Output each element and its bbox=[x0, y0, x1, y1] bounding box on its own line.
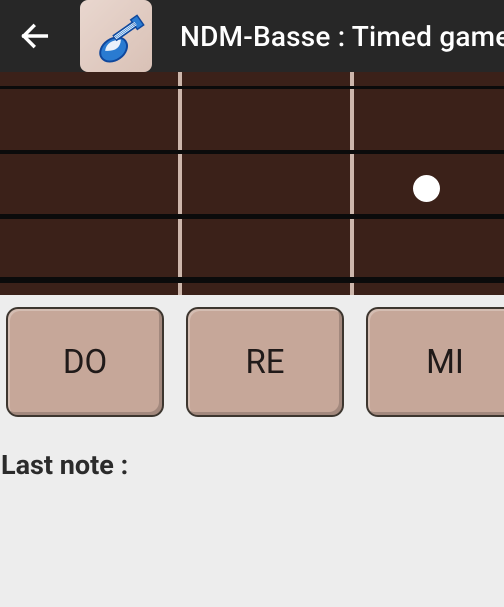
fret-divider bbox=[178, 72, 182, 295]
note-button-re[interactable]: RE bbox=[186, 307, 344, 417]
fret-cell[interactable] bbox=[182, 72, 350, 295]
back-arrow-icon bbox=[18, 19, 52, 53]
fret-divider bbox=[350, 72, 354, 295]
fret-cell[interactable] bbox=[0, 72, 178, 295]
string-2 bbox=[0, 150, 504, 154]
note-marker bbox=[413, 175, 440, 202]
string-4 bbox=[0, 277, 504, 283]
note-button-do[interactable]: DO bbox=[6, 307, 164, 417]
note-button-mi[interactable]: MI bbox=[366, 307, 504, 417]
page-title: NDM-Basse : Timed game bbox=[180, 20, 504, 53]
fretboard[interactable] bbox=[0, 72, 504, 295]
string-3 bbox=[0, 214, 504, 219]
note-buttons-row: DO RE MI bbox=[0, 295, 504, 417]
last-note-label-text: Last note : bbox=[1, 449, 128, 481]
bass-guitar-icon bbox=[85, 5, 147, 67]
string-1 bbox=[0, 86, 504, 89]
last-note-label: Last note : bbox=[0, 417, 504, 481]
app-icon bbox=[80, 0, 152, 72]
back-button[interactable] bbox=[18, 16, 52, 56]
app-header: NDM-Basse : Timed game bbox=[0, 0, 504, 72]
